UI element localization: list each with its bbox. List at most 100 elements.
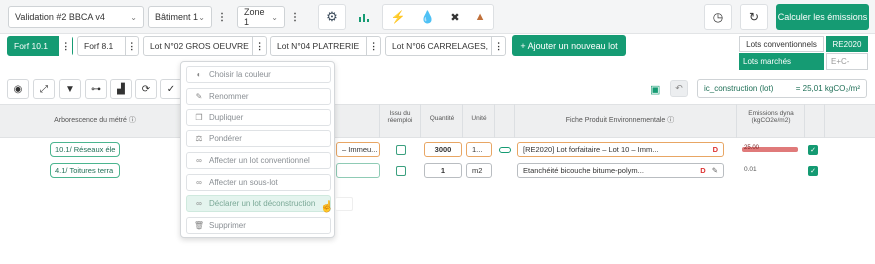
chevron-down-icon: ⌄ bbox=[130, 12, 137, 22]
quantity-field[interactable]: 1 bbox=[424, 163, 462, 178]
help-icon[interactable]: ⓘ bbox=[667, 117, 674, 124]
lot-more-button[interactable]: ⋮ bbox=[491, 36, 505, 56]
lot-more-button[interactable]: ⋮ bbox=[366, 36, 380, 56]
sync-icon: ⟳ bbox=[141, 83, 151, 95]
scale-icon: ⚖ bbox=[195, 134, 203, 143]
history-icon: ◷ bbox=[712, 10, 724, 24]
lot-context-menu: ◐ Choisir la couleur ✎ Renommer ❐ Dupliquer… bbox=[180, 61, 335, 238]
save-icon[interactable]: ▣ bbox=[650, 83, 660, 96]
header-reuse: Issu du réemploi bbox=[387, 110, 413, 124]
standard-re2020[interactable]: RE2020 bbox=[826, 36, 868, 52]
tree-item[interactable]: 4.1/ Toitures terra bbox=[50, 163, 120, 178]
lot-type-markets[interactable]: Lots marchés bbox=[739, 53, 824, 70]
eye-icon: ◉ bbox=[13, 83, 23, 95]
tree-icon: ⊶ bbox=[91, 83, 101, 95]
description-field[interactable] bbox=[336, 163, 380, 178]
lot-more-button[interactable]: ⋮ bbox=[58, 36, 72, 56]
header-unit: Unité bbox=[471, 115, 487, 122]
check-icon: ✓ bbox=[166, 83, 176, 95]
indicator-category-group: ⚡ 💧 ✖ ▲ bbox=[382, 4, 494, 30]
row-checkbox[interactable]: ✓ bbox=[808, 166, 818, 176]
menu-item-assign-sublot[interactable]: ∞ Affecter un sous-lot bbox=[186, 174, 331, 191]
building-select[interactable]: Bâtiment 1 ⌄ bbox=[148, 6, 212, 28]
paint-bucket-icon: ◐ bbox=[196, 70, 202, 79]
history-button[interactable]: ◷ bbox=[704, 4, 732, 30]
chevron-down-icon: ⌄ bbox=[198, 12, 205, 22]
compute-emissions-button[interactable]: Calculer les émissions bbox=[776, 4, 869, 30]
header-quantity: Quantité bbox=[429, 115, 455, 122]
zone-select-value: Zone 1 bbox=[244, 7, 265, 27]
quantity-field[interactable]: 3000 bbox=[424, 142, 462, 157]
lot-tab-gros-oeuvre[interactable]: Lot N°02 GROS OEUVRE ⋮ bbox=[143, 36, 267, 56]
tools-icon[interactable]: ✖ bbox=[450, 11, 459, 24]
header-product: Fiche Produit Environnementale ⓘ bbox=[565, 117, 675, 124]
bar-chart-icon bbox=[359, 14, 369, 22]
filter-icon: ▼ bbox=[65, 83, 75, 95]
menu-item-weight[interactable]: ⚖ Pondérer bbox=[186, 130, 331, 147]
project-select-value: Validation #2 BBCA v4 bbox=[15, 12, 105, 22]
pencil-icon[interactable]: ✎ bbox=[712, 166, 718, 175]
lot-more-button[interactable]: ⋮ bbox=[252, 36, 266, 56]
building-more-button[interactable]: ⋮ bbox=[215, 6, 229, 28]
filter-button[interactable]: ▼ bbox=[59, 79, 81, 99]
hand-cursor-icon: ☝ bbox=[320, 201, 334, 213]
product-field[interactable]: Etanchéité bicouche bitume-polym... D ✎ bbox=[517, 163, 724, 178]
lot-tab-label: Lot N°06 CARRELAGES, bbox=[392, 41, 488, 51]
standard-ec[interactable]: E+C- bbox=[826, 53, 868, 70]
description-field[interactable]: – Immeu... bbox=[336, 142, 380, 157]
zone-select[interactable]: Zone 1 ⌄ bbox=[237, 6, 285, 28]
menu-item-declare-deconstruction[interactable]: ∞ Déclarer un lot déconstruction bbox=[186, 195, 331, 212]
reuse-checkbox[interactable] bbox=[396, 145, 406, 155]
building-select-value: Bâtiment 1 bbox=[155, 12, 199, 22]
tree-item[interactable]: 10.1/ Réseaux éle bbox=[50, 142, 120, 157]
expand-icon: ⤢ bbox=[40, 83, 48, 95]
emission-value: 25.00 bbox=[744, 145, 760, 151]
water-drop-icon[interactable]: 💧 bbox=[420, 10, 435, 24]
lot-more-button[interactable]: ⋮ bbox=[124, 36, 138, 56]
menu-item-delete[interactable]: 🗑 Supprimer bbox=[186, 217, 331, 234]
link-toggle[interactable] bbox=[499, 147, 511, 153]
sync-button[interactable]: ⟳ bbox=[135, 79, 157, 99]
menu-item-choose-color[interactable]: ◐ Choisir la couleur bbox=[186, 66, 331, 83]
undo-button[interactable]: ↶ bbox=[670, 80, 688, 97]
project-select[interactable]: Validation #2 BBCA v4 ⌄ bbox=[8, 6, 144, 28]
emission-value: 0.01 bbox=[744, 166, 757, 173]
unit-field[interactable]: 1... bbox=[466, 142, 492, 157]
menu-item-rename[interactable]: ✎ Renommer bbox=[186, 88, 331, 105]
visibility-button[interactable]: ◉ bbox=[7, 79, 29, 99]
gear-icon: ⚙ bbox=[326, 9, 338, 24]
unit-field[interactable]: m2 bbox=[466, 163, 492, 178]
pencil-icon: ✎ bbox=[195, 92, 203, 101]
header-tree: Arborescence du métré ⓘ bbox=[54, 117, 136, 124]
lot-tab-platrerie[interactable]: Lot N°04 PLATRERIE ⋮ bbox=[270, 36, 381, 56]
add-lot-button[interactable]: + Ajouter un nouveau lot bbox=[512, 35, 626, 56]
settings-button[interactable]: ⚙ bbox=[318, 4, 346, 30]
reuse-checkbox[interactable] bbox=[396, 166, 406, 176]
validate-button[interactable]: ✓ bbox=[160, 79, 182, 99]
refresh-button[interactable]: ↻ bbox=[740, 4, 768, 30]
chart-view-button[interactable] bbox=[350, 4, 378, 30]
lot-tab-label: Forf 10.1 bbox=[14, 41, 49, 51]
product-field[interactable]: [RE2020] Lot forfaitaire – Lot 10 – Imm.… bbox=[517, 142, 724, 157]
menu-item-duplicate[interactable]: ❐ Dupliquer bbox=[186, 109, 331, 126]
lot-type-conventional[interactable]: Lots conventionnels bbox=[739, 36, 824, 52]
link-icon: ∞ bbox=[196, 156, 202, 165]
tree-button[interactable]: ⊶ bbox=[85, 79, 107, 99]
expand-button[interactable]: ⤢ bbox=[33, 79, 55, 99]
help-icon[interactable]: ⓘ bbox=[129, 117, 136, 124]
product-name: Etanchéité bicouche bitume-polym... bbox=[523, 166, 644, 175]
zone-more-button[interactable]: ⋮ bbox=[288, 6, 302, 28]
row-checkbox[interactable]: ✓ bbox=[808, 145, 818, 155]
mountain-icon[interactable]: ▲ bbox=[475, 11, 486, 23]
lot-tab-carrelages[interactable]: Lot N°06 CARRELAGES, ⋮ bbox=[385, 36, 506, 56]
chart-button[interactable]: ▟ bbox=[110, 79, 132, 99]
lot-tab-label: Lot N°02 GROS OEUVRE bbox=[150, 41, 249, 51]
lot-tab-forf-10-1[interactable]: Forf 10.1 ⋮ bbox=[7, 36, 73, 56]
lightning-icon[interactable]: ⚡ bbox=[390, 10, 405, 24]
link-icon: ∞ bbox=[196, 178, 202, 187]
lot-tab-forf-8-1[interactable]: Forf 8.1 ⋮ bbox=[77, 36, 139, 56]
chevron-down-icon: ⌄ bbox=[271, 12, 278, 22]
header-emissions: Emissions dyna (kgCO2e/m2) bbox=[748, 110, 794, 124]
menu-item-assign-conventional[interactable]: ∞ Affecter un lot conventionnel bbox=[186, 152, 331, 169]
lot-tab-label: Lot N°04 PLATRERIE bbox=[277, 41, 360, 51]
